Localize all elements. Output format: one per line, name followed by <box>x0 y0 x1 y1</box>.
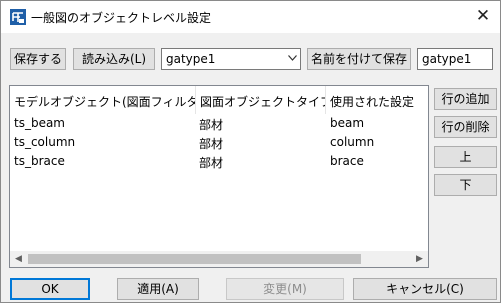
table-cell[interactable]: ts_column <box>14 135 75 149</box>
modify-button[interactable]: 変更(M) <box>226 278 344 300</box>
add-row-button[interactable]: 行の追加 <box>434 88 497 110</box>
window-title: 一般図のオブジェクトレベル設定 <box>31 11 212 25</box>
table-cell[interactable]: ts_brace <box>14 154 65 168</box>
cancel-button[interactable]: キャンセル(C) <box>353 278 497 300</box>
chevron-down-icon <box>288 55 297 61</box>
table-cell[interactable]: 部材 <box>199 154 223 171</box>
scroll-left-icon[interactable]: ◀ <box>10 251 27 267</box>
table-cell[interactable]: ts_beam <box>14 116 65 130</box>
move-up-button[interactable]: 上 <box>434 146 497 168</box>
move-down-button[interactable]: 下 <box>434 174 497 196</box>
table-cell[interactable]: 部材 <box>199 116 223 133</box>
table-cell[interactable]: brace <box>330 154 364 168</box>
object-level-table[interactable]: モデルオブジェクト(図面フィルター) 図面オブジェクトタイプ 使用された設定 t… <box>9 85 429 268</box>
column-header[interactable]: モデルオブジェクト(図面フィルター) <box>10 86 196 114</box>
scroll-right-icon[interactable]: ▶ <box>411 251 428 267</box>
column-header[interactable]: 使用された設定 <box>326 86 428 114</box>
column-header[interactable]: 図面オブジェクトタイプ <box>196 86 326 114</box>
title-bar: 一般図のオブジェクトレベル設定 ✕ <box>1 1 500 33</box>
apply-button[interactable]: 適用(A) <box>117 278 199 300</box>
save-button[interactable]: 保存する <box>10 48 66 70</box>
table-cell[interactable]: 部材 <box>199 135 223 152</box>
scrollbar-thumb[interactable] <box>28 254 361 264</box>
delete-row-button[interactable]: 行の削除 <box>434 116 497 138</box>
load-button[interactable]: 読み込み(L) <box>73 48 155 70</box>
ok-button[interactable]: OK <box>10 278 90 300</box>
table-cell[interactable]: column <box>330 135 374 149</box>
horizontal-scrollbar[interactable]: ◀ ▶ <box>10 251 428 267</box>
save-as-button[interactable]: 名前を付けて保存 <box>307 48 411 70</box>
preset-select-value: gatype1 <box>166 52 216 66</box>
table-cell[interactable]: beam <box>330 116 364 130</box>
preset-select[interactable]: gatype1 <box>161 48 301 70</box>
save-as-name-field[interactable]: gatype1 <box>417 48 493 70</box>
app-icon <box>10 9 26 25</box>
close-icon[interactable]: ✕ <box>466 1 500 33</box>
object-level-settings-dialog: 一般図のオブジェクトレベル設定 ✕ 保存する 読み込み(L) gatype1 名… <box>0 0 501 303</box>
